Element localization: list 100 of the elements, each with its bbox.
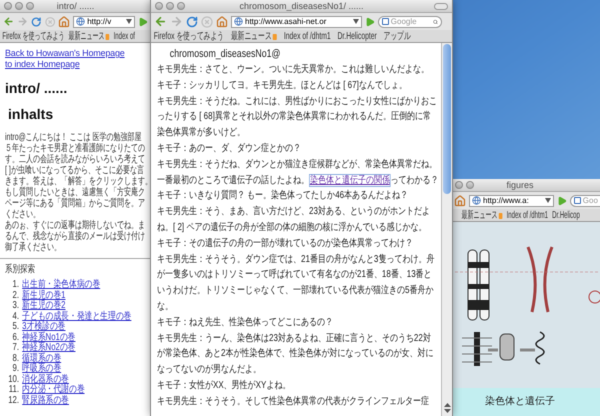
bookmark-link[interactable]: 最新ニュース — [462, 210, 498, 220]
go-icon[interactable] — [138, 16, 148, 26]
text-line: もし質問したいときは、遠慮無く「方安庵ク — [5, 187, 146, 198]
globe-icon — [234, 17, 243, 26]
window-title: figures — [506, 180, 534, 190]
dialogue-line: キモ子：その遺伝子の舟の一部が壊れているのが染色体異常ってわけ？ — [157, 236, 414, 251]
url-field[interactable]: http://www.asahi-net.or — [231, 16, 362, 28]
bookmark-link[interactable]: Index of /dhtm1 — [506, 210, 548, 220]
list-number: 11. — [8, 385, 20, 396]
back-icon[interactable] — [3, 15, 14, 28]
bookmark-link[interactable]: Index of /dhtm1 — [284, 32, 331, 42]
article-link[interactable]: 染色体と遺伝子の関係 — [309, 174, 391, 187]
forward-icon[interactable] — [17, 15, 28, 28]
window-title: intro/ ...... — [56, 2, 94, 10]
feed-icon[interactable] — [272, 34, 278, 40]
home-icon[interactable] — [454, 194, 466, 206]
chapter-link[interactable]: 出生前・染色体病の巻 — [22, 280, 100, 290]
bookmark-link[interactable]: Dr.Helicop — [552, 210, 580, 220]
url-input[interactable]: http://www.asahi-net.or — [245, 17, 351, 26]
index-link[interactable]: to index Homepage — [5, 59, 80, 70]
home-icon[interactable] — [58, 16, 70, 28]
text-line: 御了承ください。 — [5, 242, 62, 253]
search-input[interactable]: Google — [390, 17, 431, 26]
stop-icon[interactable] — [44, 16, 56, 28]
dialogue-line: キモ子：ねえ先生、性染色体ってどこにあるの？ — [157, 316, 334, 330]
bookmark-link[interactable]: 最新ニュース — [230, 32, 272, 42]
text-line: ５年たったキモ男君と准看護師になりたての — [5, 143, 146, 154]
list-number: 4. — [12, 312, 20, 322]
dialogue-line: キモ男先生：そうそう。そして性染色体異常の代表がクラインフェルター症 — [157, 394, 430, 409]
scroll-thumb[interactable] — [443, 44, 451, 194]
feed-icon[interactable] — [106, 34, 110, 40]
text-line: ください。 — [5, 209, 41, 220]
dropdown-icon[interactable] — [352, 19, 359, 24]
scroll-up-icon[interactable] — [442, 402, 452, 408]
chapter-link[interactable]: 子どもの成長・発達と生理の巻 — [22, 312, 132, 322]
chapter-link[interactable]: 消化器系の巻 — [22, 374, 69, 385]
homepage-link[interactable]: Back to Howawan's Homepage — [5, 48, 125, 59]
section-heading: inhalts — [8, 107, 54, 121]
home-icon[interactable] — [216, 16, 228, 28]
globe-icon — [472, 196, 481, 205]
feed-icon[interactable] — [498, 212, 502, 218]
stop-icon[interactable] — [201, 16, 213, 28]
list-number: 1. — [12, 280, 20, 290]
url-input[interactable]: http://v — [87, 17, 124, 26]
dropdown-icon[interactable] — [544, 198, 551, 203]
chapter-link[interactable]: 神経系No1の巻 — [22, 332, 76, 343]
bookmark-link[interactable]: 最新ニュース — [68, 32, 105, 42]
url-input[interactable]: http://www.a: — [483, 196, 543, 205]
bookmark-link[interactable]: Firefox を使ってみよう — [2, 32, 64, 42]
url-field[interactable]: http://www.a: — [469, 194, 554, 206]
dropdown-icon[interactable] — [126, 19, 132, 24]
back-icon[interactable] — [154, 15, 167, 28]
chapter-link[interactable]: 内分泌・代謝の巻 — [22, 385, 85, 396]
search-field[interactable]: Goo — [570, 194, 600, 206]
bookmark-link[interactable]: アップル — [384, 32, 411, 42]
dialogue-line: キモ男先生：さてと、ウーン。ついに先天異常か。これは難しいんだよな。 — [157, 62, 430, 77]
scrollbar[interactable] — [441, 43, 452, 416]
toolbar-button[interactable] — [434, 3, 448, 10]
chapter-link[interactable]: 新生児の巻1 — [22, 290, 66, 301]
list-number: 5. — [12, 322, 20, 332]
chapter-link[interactable]: 循環系の巻 — [22, 354, 62, 364]
chapter-link[interactable]: 神経系No2の巻 — [22, 343, 76, 354]
list-number: 7. — [12, 343, 20, 354]
dialogue-line: キモ男先生：そう、まあ、言い方だけど、23対ある、というのがホントだよね。[ 2] ペアの遺伝子の舟が全部の体の細胞の核に浮かんでいる感じかな。 — [157, 204, 431, 235]
chapter-link[interactable]: 3才検診の巻 — [22, 322, 66, 332]
dialogue-line: キモ子：いきなり質問？ もー。染色体ってたしか46本あるんだよね？ — [157, 188, 410, 204]
text-line: す。二人の会話を読みながらいろいろ考えて — [5, 154, 146, 165]
list-number: 8. — [12, 354, 20, 364]
text-line: あのぉ、すぐにの返事は期待しないでね。ま — [5, 220, 146, 231]
window-title: chromosom_diseasesNo1/ ...... — [239, 2, 364, 10]
search-engine-icon[interactable] — [382, 18, 389, 25]
page-heading: intro/ ...... — [5, 81, 68, 95]
list-number: 3. — [12, 301, 20, 312]
chapter-link[interactable]: 腎尿路系の巻 — [22, 396, 69, 406]
dialogue-line: キモ男先生：そうだね。これには、男性ばかりにおこったり女性にばかりおこったりする [ 68]異常とそれ以外の常染色体異常にわかれるんだ。圧倒的に常染色体異常が多いけど。 — [157, 94, 438, 140]
search-input[interactable]: Goo — [582, 196, 600, 205]
reload-icon[interactable] — [186, 16, 198, 28]
scroll-down-icon[interactable] — [442, 408, 452, 414]
text-line: ページ等にある「質問箱」からご質問を。ア — [5, 198, 146, 209]
text-line: きます。答えは、「解答」をクリックします。 — [5, 176, 151, 187]
dialogue-line: キモ男先生：そうだね、ダウンとか猫泣き症候群などが、常染色体異常だね。一番最初のところで遺伝子の話したよね。染色体と遺伝子の関係ってわかる？ — [157, 158, 439, 188]
bookmark-link[interactable]: Firefox を使ってみよう — [154, 32, 224, 42]
list-title: 系別探索 — [5, 265, 36, 275]
list-number: 12. — [7, 396, 20, 406]
list-number: 9. — [12, 364, 20, 374]
search-icon[interactable] — [432, 18, 438, 26]
bookmark-link[interactable]: Dr.Helicopter — [338, 32, 377, 42]
list-number: 10. — [7, 374, 20, 385]
go-icon[interactable] — [556, 196, 567, 206]
url-field[interactable]: http://v — [73, 16, 136, 28]
globe-icon — [76, 17, 86, 26]
chapter-link[interactable]: 新生児の巻2 — [22, 301, 66, 312]
bookmark-link[interactable]: Index of — [114, 32, 135, 42]
reload-icon[interactable] — [31, 16, 42, 28]
dialogue-line: キモ男先生：そうそう。ダウン症では、21番目の舟がなんと3隻ってわけ。舟が一隻多いのはトリソミーって呼ばれていて有名なのが21番、18番、13番というわけだ。トリソミーじゃなくて、一部壊れている代表が猫泣きの5番舟かな。 — [157, 252, 436, 314]
chapter-link[interactable]: 呼吸系の巻 — [22, 364, 62, 374]
search-engine-icon[interactable] — [574, 197, 581, 204]
search-field[interactable]: Google — [378, 16, 442, 28]
go-icon[interactable] — [364, 16, 375, 26]
forward-icon[interactable] — [170, 15, 183, 28]
